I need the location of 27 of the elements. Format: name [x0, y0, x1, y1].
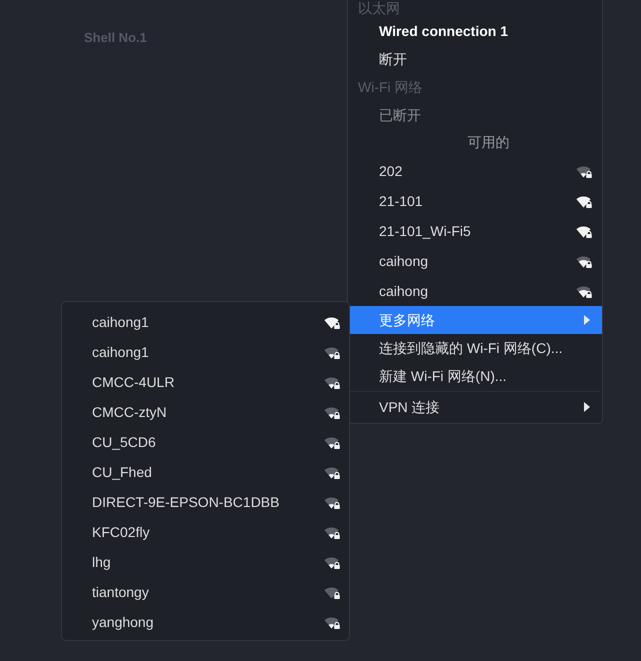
section-header: Wi-Fi 网络 — [358, 78, 423, 96]
network-item[interactable]: yanghong — [62, 607, 349, 637]
network-item[interactable]: tiantongy — [62, 577, 349, 607]
submenu-item[interactable]: 更多网络 — [348, 306, 602, 334]
menu-item[interactable]: 连接到隐藏的 Wi-Fi 网络(C)... — [348, 334, 602, 362]
submenu-item[interactable]: VPN 连接 — [348, 393, 602, 421]
network-item[interactable]: lhg — [62, 547, 349, 577]
network-item[interactable]: caihong — [348, 246, 602, 276]
network-item[interactable]: caihong1 — [62, 337, 349, 367]
menu-item[interactable]: 新建 Wi-Fi 网络(N)... — [348, 362, 602, 390]
network-item[interactable]: KFC02fly — [62, 517, 349, 547]
network-item[interactable]: CMCC-ztyN — [62, 397, 349, 427]
network-item[interactable]: CU_Fhed — [62, 457, 349, 487]
submenu-arrow-icon — [584, 315, 590, 325]
section-header: 以太网 — [358, 0, 400, 17]
network-item[interactable]: 202 — [348, 156, 602, 186]
network-item[interactable]: caihong — [348, 276, 602, 306]
menu-item[interactable]: Wired connection 1 — [348, 17, 602, 45]
section-label: 可用的 — [468, 133, 510, 152]
network-item[interactable]: 21-101 — [348, 186, 602, 216]
network-item[interactable]: 21-101_Wi-Fi5 — [348, 216, 602, 246]
network-item[interactable]: caihong1 — [62, 307, 349, 337]
network-item[interactable]: CU_5CD6 — [62, 427, 349, 457]
menu-item[interactable]: 断开 — [348, 45, 602, 73]
network-item[interactable]: DIRECT-9E-EPSON-BC1DBB — [62, 487, 349, 517]
submenu-arrow-icon — [584, 402, 590, 412]
network-item[interactable]: CMCC-4ULR — [62, 367, 349, 397]
